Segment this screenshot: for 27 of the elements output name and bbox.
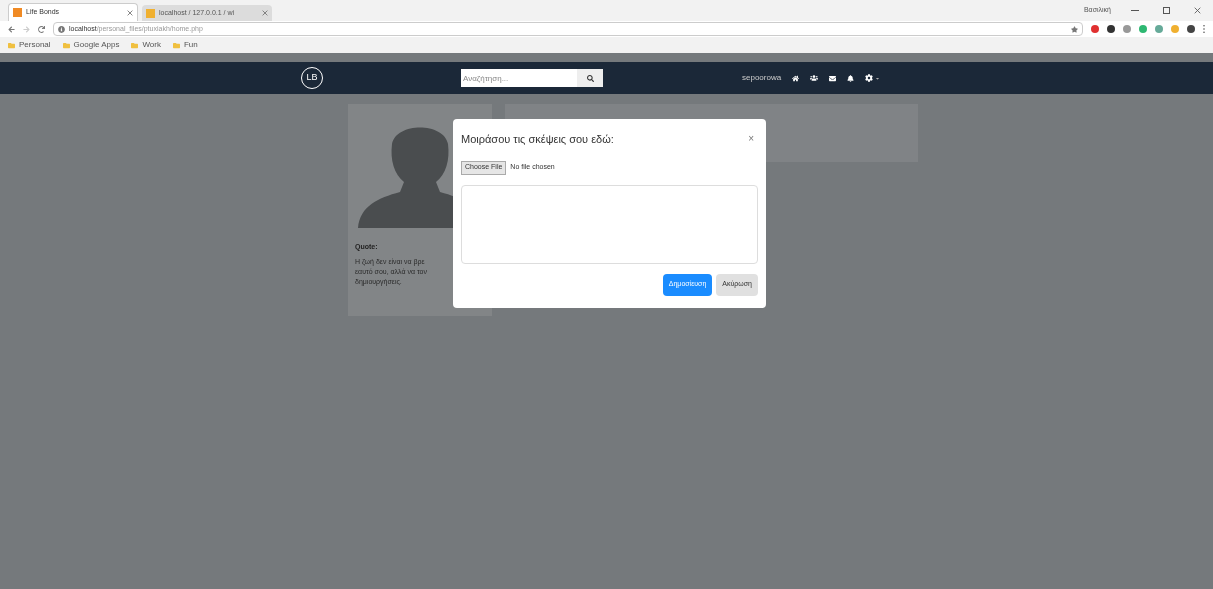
info-icon: [58, 25, 65, 33]
reload-icon[interactable]: [38, 25, 45, 33]
gear-icon: [865, 74, 874, 82]
modal-title: Μοιράσου τις σκέψεις σου εδώ:: [461, 132, 615, 147]
bell-icon[interactable]: [847, 74, 855, 82]
close-icon[interactable]: [127, 9, 133, 16]
bookmark[interactable]: Google Apps: [73, 39, 120, 51]
home-icon[interactable]: [792, 74, 800, 82]
search-button[interactable]: [577, 69, 603, 87]
restore-icon[interactable]: [1163, 7, 1170, 14]
bookmark[interactable]: Work: [142, 39, 161, 51]
settings-menu[interactable]: [865, 74, 881, 82]
favicon-icon: [146, 8, 155, 18]
envelope-icon[interactable]: [829, 74, 837, 82]
star-icon[interactable]: [1071, 25, 1078, 33]
favicon-icon: [13, 8, 22, 17]
close-icon[interactable]: [1194, 7, 1201, 14]
users-icon[interactable]: [810, 74, 819, 82]
username[interactable]: sepoorowa: [742, 72, 782, 84]
bookmark[interactable]: Personal: [19, 39, 51, 51]
bookmark[interactable]: Fun: [183, 39, 198, 51]
search-icon: [586, 74, 594, 82]
close-icon[interactable]: [262, 10, 268, 16]
caret-icon: [875, 75, 881, 81]
search-field[interactable]: Αναζήτηση...: [461, 69, 577, 87]
back-icon[interactable]: [8, 25, 15, 33]
close-button[interactable]: ×: [748, 131, 754, 146]
